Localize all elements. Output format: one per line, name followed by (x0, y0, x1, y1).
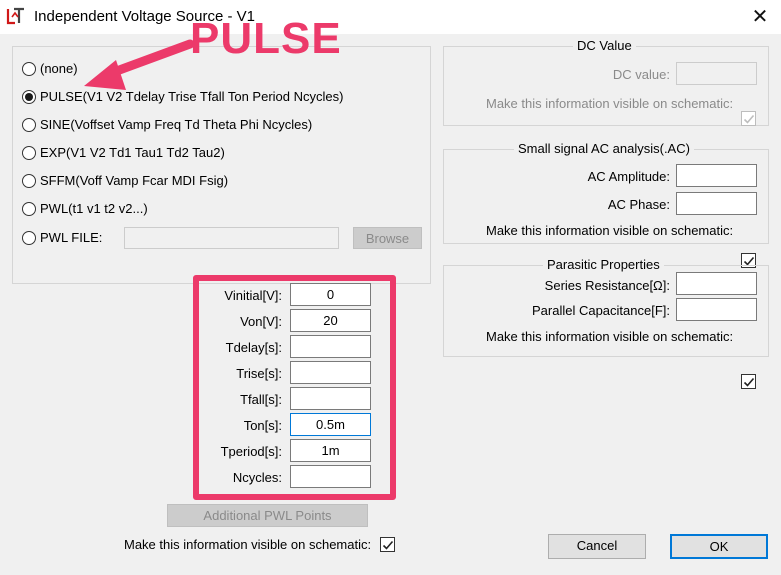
radio-label: PWL(t1 v1 t2 v2...) (40, 201, 148, 216)
radio-button[interactable] (22, 173, 36, 188)
pulse-params-highlight-box (193, 275, 396, 500)
radio-pwl[interactable]: PWL(t1 v1 t2 v2...) (22, 201, 148, 216)
annotation-arrow-icon (84, 39, 195, 90)
radio-label: SFFM(Voff Vamp Fcar MDI Fsig) (40, 173, 229, 188)
parasitic-visible-on-schematic-label: Make this information visible on schemat… (486, 329, 734, 344)
radio-label: SINE(Voffset Vamp Freq Td Theta Phi Ncyc… (40, 117, 313, 132)
radio-sffm[interactable]: SFFM(Voff Vamp Fcar MDI Fsig) (22, 173, 228, 188)
ac-amplitude-field[interactable] (676, 164, 757, 187)
ac-phase-label: AC Phase: (607, 197, 670, 212)
ltspice-app-icon (6, 7, 26, 25)
parasitic-group-title: Parasitic Properties (543, 257, 664, 272)
dc-value-group-title: DC Value (573, 38, 636, 53)
checkmark-icon (382, 540, 394, 550)
radio-exp[interactable]: EXP(V1 V2 Td1 Tau1 Td2 Tau2) (22, 145, 225, 160)
ok-button[interactable]: OK (670, 534, 768, 559)
parallel-capacitance-label: Parallel Capacitance[F]: (531, 303, 670, 318)
parallel-capacitance-field[interactable] (676, 298, 757, 321)
radio-button[interactable] (22, 117, 36, 132)
series-resistance-field[interactable] (676, 272, 757, 295)
series-resistance-label: Series Resistance[Ω]: (544, 278, 670, 293)
left-visible-on-schematic-checkbox[interactable] (380, 537, 395, 552)
ac-phase-field[interactable] (676, 192, 757, 215)
pwl-file-path-input (124, 227, 339, 249)
radio-label: PWL FILE: (40, 230, 103, 245)
ac-analysis-group-title: Small signal AC analysis(.AC) (514, 141, 694, 156)
dc-value-group-box (443, 46, 769, 126)
dc-visible-on-schematic-label: Make this information visible on schemat… (486, 96, 734, 111)
dc-visible-on-schematic-checkbox (741, 111, 756, 126)
browse-button: Browse (353, 227, 422, 249)
radio-pwl-file[interactable]: PWL FILE: (22, 230, 102, 245)
radio-button[interactable] (22, 61, 36, 76)
additional-pwl-points-button: Additional PWL Points (167, 504, 368, 527)
ac-amplitude-label: AC Amplitude: (587, 169, 670, 184)
cancel-button[interactable]: Cancel (548, 534, 646, 559)
ac-visible-on-schematic-label: Make this information visible on schemat… (486, 223, 734, 238)
radio-label: EXP(V1 V2 Td1 Tau1 Td2 Tau2) (40, 145, 225, 160)
dc-value-label: DC value: (612, 67, 670, 82)
radio-button[interactable] (22, 230, 36, 245)
dc-value-field (676, 62, 757, 85)
radio-button-selected[interactable] (22, 89, 36, 104)
parasitic-visible-on-schematic-checkbox[interactable] (741, 374, 756, 389)
radio-button[interactable] (22, 145, 36, 160)
checkmark-icon (743, 114, 755, 124)
checkmark-icon (743, 377, 755, 387)
radio-button[interactable] (22, 201, 36, 216)
close-icon[interactable]: ✕ (746, 4, 774, 30)
left-visible-on-schematic-label: Make this information visible on schemat… (124, 537, 372, 552)
radio-sine[interactable]: SINE(Voffset Vamp Freq Td Theta Phi Ncyc… (22, 117, 312, 132)
